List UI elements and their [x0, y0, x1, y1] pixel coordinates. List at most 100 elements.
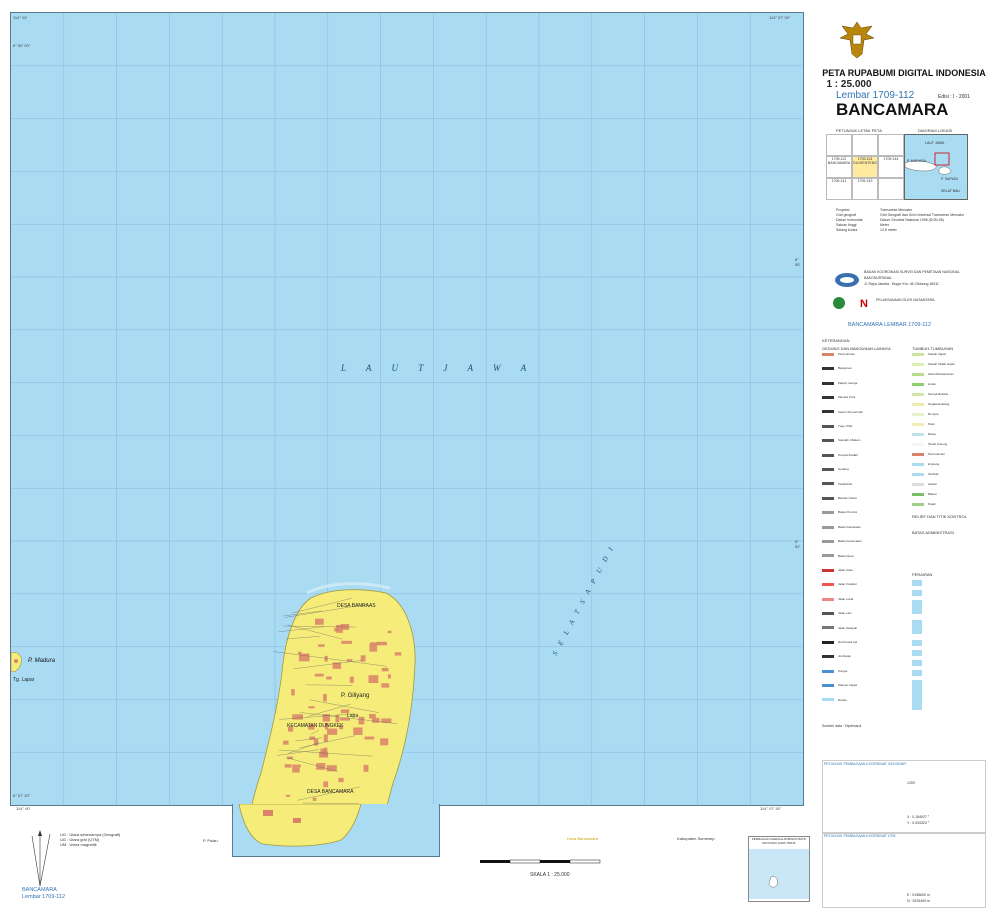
legend-item: Hutan [912, 382, 936, 386]
legend-label: Permukiman [838, 352, 855, 356]
map-canvas[interactable] [11, 13, 803, 805]
legend-swatch [912, 462, 924, 466]
map-frame[interactable]: L A U T J A W A S E L A T S A P U D I P.… [10, 12, 804, 806]
settlement-patch [286, 756, 294, 760]
legend-swatch [912, 352, 924, 356]
admin-note: Kabupaten Sumenep [677, 836, 715, 841]
index-cell-1[interactable]: 1709-112 BANCAMARA [826, 156, 852, 178]
index-cell-3[interactable]: 1709-144 [878, 156, 904, 178]
index-title: PETUNJUK LETAK PETA [836, 128, 882, 133]
legend-swatch [822, 424, 834, 428]
legend-swatch [912, 382, 924, 386]
legend-swatch [822, 367, 834, 371]
legend-swatch [822, 467, 834, 471]
water-symbols [912, 580, 986, 720]
geo-coord-title: PETUNJUK PEMBACAAN KOORDINAT GEOGRAFI [824, 762, 907, 766]
legend-swatch [822, 698, 834, 702]
geo-coord-val: 1200 [907, 781, 915, 785]
settlement-patch [323, 747, 328, 756]
legend-swatch [912, 482, 924, 486]
legend-label: Rel Kereta Api [838, 640, 858, 644]
legend-item: Jalan Lokal [822, 597, 853, 601]
index-cell-5[interactable]: 1709-143 [852, 178, 878, 200]
legend-swatch [912, 442, 924, 446]
geo-coord-x: X : 0,184927 ° [907, 815, 930, 819]
legend-label: Jalan Lain [838, 611, 852, 616]
partner-name: PELAKSANAAN OLEH NUSANTARA [876, 298, 935, 302]
legend-item: Tempat Ibadah [822, 453, 858, 457]
admin-diagram-title: PEMBAGIAN DAERAH ADMINISTRATIF PROVINSI … [751, 837, 807, 845]
location-diagram[interactable]: LAUT JAWA P. MADURA P. SAPUDI SELAT BALI [904, 134, 968, 200]
coord-left-top: 6° 50' 00" [13, 43, 31, 48]
settlement-patch [326, 676, 332, 680]
yellow-note: Desa Bancamara [567, 836, 598, 841]
settlement-patch [364, 736, 375, 740]
legend-label: Kebun/Perkebunan [928, 372, 954, 376]
scale-bar [480, 859, 601, 864]
legend-swatch [822, 395, 834, 399]
settlement-patch [285, 794, 291, 797]
legend-swatch [822, 611, 834, 615]
settlement-patch [346, 659, 353, 662]
agency-name: BADAN KOORDINASI SURVEI DAN PEMETAAN NAS… [864, 270, 960, 274]
legend-col2: Sawah Irigasi Sawah Tadah Hujan Kebun/Perk… [912, 352, 990, 512]
legend-label: Rawa [928, 432, 936, 436]
north-arrow-diagram [31, 830, 51, 887]
legend-item: Bangunan [822, 366, 852, 370]
legend-swatch [822, 539, 834, 543]
legend-swatch [912, 422, 924, 426]
place-lapa: Lapa [347, 713, 359, 719]
map-extension [232, 803, 440, 857]
agency-address: Jl. Raya Jakarta - Bogor Km. 46 Cibinong… [864, 282, 939, 286]
legend-item: Saluran Irigasi [822, 683, 857, 687]
settlement-patch [314, 673, 324, 677]
coord-bottom-right: 114° 07' 30" [760, 806, 782, 811]
source-notes: Sumber data · Diperbarui [822, 724, 862, 728]
geo-coord-y: Y : 0,034323 ° [907, 821, 930, 825]
settlement-patch [363, 764, 369, 772]
settlement-patch [381, 683, 390, 688]
sheet-index-grid[interactable]: 1709-112 BANCAMARA 1709-113 GILIGENTENG … [826, 134, 906, 200]
legend-item: Batas Kabupaten [822, 525, 861, 529]
index-cell-4[interactable]: 1709-141 [826, 178, 852, 200]
island-giliyang-land[interactable] [249, 589, 416, 805]
map-series-title: PETA RUPABUMI DIGITAL INDONESIA [822, 68, 986, 78]
legend-item: Nipah [912, 502, 936, 506]
settlement-patch [368, 675, 379, 683]
legend-label: Batas Provinsi [838, 510, 858, 515]
sheet-number-bottom: Lembar 1709-112 [22, 894, 66, 900]
legend-swatch [912, 412, 924, 416]
legend-label: Tugu, Pilar [838, 424, 853, 428]
legend-item: Batas Provinsi [822, 510, 857, 514]
coord-right-mid2: 6° 52' [795, 539, 801, 549]
legend-label: Jalan Lokal [838, 596, 854, 601]
legend-item: Rumput [912, 412, 939, 416]
utm-coord-title: PETUNJUK PEMBACAAN KOORDINAT UTM [824, 834, 896, 838]
north-note-3: UM : Utara magnetik [60, 842, 97, 847]
settlement-patch [292, 714, 303, 720]
admin-diagram-map [749, 849, 809, 899]
settlement-patch [298, 653, 310, 662]
col2-head2: RELIEF DAN TITIK KONTROL [912, 514, 967, 519]
settlement-patch [381, 718, 392, 723]
index-cell-2[interactable]: 1709-113 GILIGENTENG [852, 156, 878, 178]
legend-item: Rel Kereta Api [822, 640, 857, 644]
legend-label: Gudang [838, 467, 849, 472]
coord-top-left: 114° 00' [13, 15, 28, 20]
legend-item: Semak Belukar [912, 392, 948, 396]
legend-item: Tambak [912, 472, 939, 476]
madura-sub-label: Tg. Lapar [13, 677, 35, 683]
coord-right-mid1: 6° 55' [795, 257, 801, 267]
legend-item: Gudang [822, 467, 849, 471]
settlement-patch [336, 624, 343, 633]
settlement-patch [323, 781, 329, 788]
settlement-patch [292, 764, 301, 768]
island-south-tip [238, 803, 362, 847]
settlement-patch [323, 734, 328, 742]
madura-settlement [14, 659, 18, 663]
legend-swatch [912, 452, 924, 456]
utm-e: E : 0198600 m [907, 893, 930, 897]
legend-label: Tanah Kosong [928, 442, 948, 446]
legend-label: Kantor Pemerintah [838, 409, 864, 414]
place-giliyang: P. Giliyang [341, 693, 370, 699]
